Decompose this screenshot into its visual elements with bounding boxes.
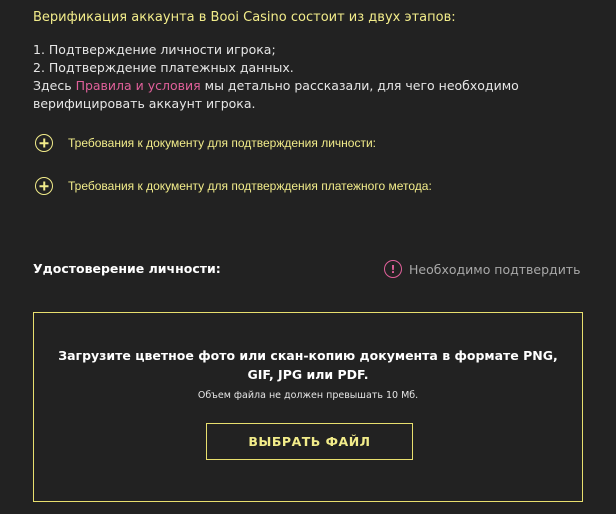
accordion-label[interactable]: Требования к документу для подтверждения… <box>68 136 376 150</box>
plus-circle-icon[interactable] <box>35 177 53 195</box>
identity-document-label: Удостоверение личности: <box>33 261 221 276</box>
verification-status: ! Необходимо подтвердить <box>384 260 580 278</box>
status-text: Необходимо подтвердить <box>409 261 581 277</box>
details-suffix-line1: мы детально рассказали, для чего необход… <box>200 78 519 93</box>
accordion-identity-requirements[interactable]: Требования к документу для подтверждения… <box>35 134 376 152</box>
verification-page: Верификация аккаунта в Booi Casino состо… <box>0 0 616 514</box>
accordion-payment-requirements[interactable]: Требования к документу для подтверждения… <box>35 177 432 195</box>
step-2: 2. Подтверждение платежных данных. <box>33 60 294 75</box>
intro-steps: 1. Подтверждение личности игрока; 2. Под… <box>33 41 519 113</box>
details-prefix: Здесь <box>33 78 76 93</box>
choose-file-button[interactable]: ВЫБРАТЬ ФАЙЛ <box>206 423 413 460</box>
accordion-label[interactable]: Требования к документу для подтверждения… <box>68 179 432 193</box>
intro-title: Верификация аккаунта в Booi Casino состо… <box>33 10 456 25</box>
upload-instructions: Загрузите цветное фото или скан-копию до… <box>58 348 558 382</box>
step-1: 1. Подтверждение личности игрока; <box>33 42 276 57</box>
details-suffix-line2: верифицировать аккаунт игрока. <box>33 96 256 111</box>
exclamation-circle-icon: ! <box>384 260 402 278</box>
plus-circle-icon[interactable] <box>35 134 53 152</box>
terms-link[interactable]: Правила и условия <box>76 78 201 93</box>
details-text: Здесь Правила и условия мы детально расс… <box>33 77 519 95</box>
file-size-note: Объем файла не должен превышать 10 Мб. <box>197 390 419 401</box>
file-upload-dropzone[interactable]: Загрузите цветное фото или скан-копию до… <box>33 312 583 502</box>
